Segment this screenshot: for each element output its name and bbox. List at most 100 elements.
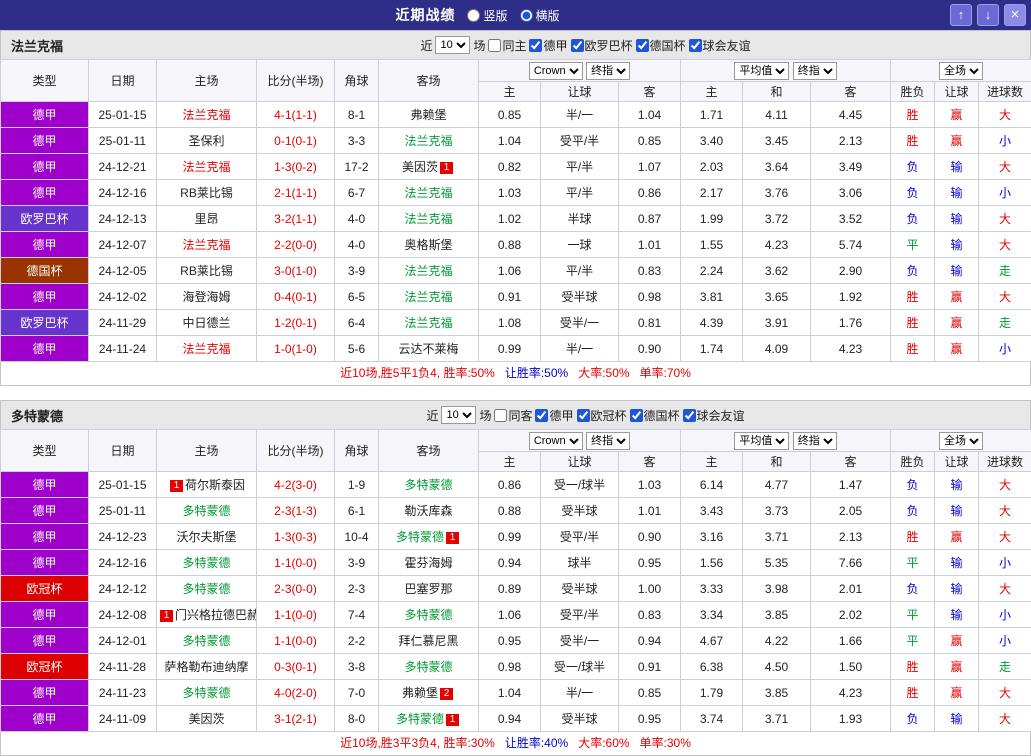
corner-cell: 3-8	[335, 654, 379, 680]
recent-count-select[interactable]: 10	[441, 406, 476, 424]
result-wdl-cell: 负	[891, 472, 935, 498]
odds-home-cell: 1.08	[479, 310, 541, 336]
team-name-text: 弗赖堡	[402, 686, 438, 700]
match-scope-select[interactable]: 全场	[939, 432, 983, 450]
team-name-text: 多特蒙德	[396, 712, 444, 726]
odds-away-cell: 0.90	[619, 336, 681, 362]
match-row: 德甲24-12-01多特蒙德1-1(0-0)2-2拜仁慕尼黑0.95受半/一0.…	[1, 628, 1031, 654]
league-checkbox[interactable]	[630, 409, 643, 422]
scroll-down-button[interactable]: ↓	[977, 4, 999, 26]
topbar-buttons: ↑ ↓ ×	[950, 4, 1026, 26]
league-type-cell: 欧冠杯	[1, 576, 89, 602]
league-filter-option[interactable]: 德国杯	[630, 407, 680, 424]
layout-horizontal-radio[interactable]	[520, 9, 533, 22]
match-row: 德甲25-01-11圣保利0-1(0-1)3-3法兰克福1.04受平/半0.85…	[1, 128, 1031, 154]
result-goals-cell: 小	[979, 628, 1031, 654]
league-filter-option[interactable]: 球会友谊	[683, 407, 745, 424]
final-index-select[interactable]: 终指	[793, 62, 837, 80]
result-goals-cell: 大	[979, 498, 1031, 524]
bookmaker-select[interactable]: Crown	[529, 62, 583, 80]
match-date-cell: 25-01-15	[89, 472, 157, 498]
team-section-dortmund: 多特蒙德 近 10 场 同客 德甲 欧冠杯 德国杯 球会友	[0, 400, 1031, 756]
avg-draw-cell: 3.91	[743, 310, 811, 336]
summary-record: 近10场,胜3平3负4, 胜率:30%	[340, 736, 495, 750]
red-card-badge: 1	[446, 714, 459, 726]
result-wdl-cell: 负	[891, 576, 935, 602]
col-avg-draw: 和	[743, 82, 811, 102]
avg-away-cell: 2.01	[811, 576, 891, 602]
league-filter-option[interactable]: 德甲	[529, 37, 567, 54]
result-handicap-cell: 输	[935, 576, 979, 602]
away-team-cell: 多特蒙德1	[379, 524, 479, 550]
average-select[interactable]: 平均值	[734, 62, 789, 80]
corner-cell: 6-1	[335, 498, 379, 524]
result-handicap-cell: 输	[935, 258, 979, 284]
league-checkbox[interactable]	[636, 39, 649, 52]
odds-home-cell: 0.88	[479, 498, 541, 524]
layout-vertical-radio[interactable]	[467, 9, 480, 22]
final-index-select[interactable]: 终指	[586, 432, 630, 450]
avg-home-cell: 1.56	[681, 550, 743, 576]
score-cell: 0-4(0-1)	[257, 284, 335, 310]
final-index-select[interactable]: 终指	[793, 432, 837, 450]
league-checkbox[interactable]	[689, 39, 702, 52]
avg-away-cell: 2.90	[811, 258, 891, 284]
avg-home-cell: 3.33	[681, 576, 743, 602]
home-team-cell: 多特蒙德	[157, 550, 257, 576]
odds-home-cell: 0.88	[479, 232, 541, 258]
league-filter-option[interactable]: 球会友谊	[689, 37, 751, 54]
match-date-cell: 24-12-01	[89, 628, 157, 654]
col-score: 比分(半场)	[257, 60, 335, 102]
result-goals-cell: 大	[979, 576, 1031, 602]
league-checkbox[interactable]	[535, 409, 548, 422]
result-handicap-cell: 输	[935, 472, 979, 498]
score-cell: 1-1(0-0)	[257, 628, 335, 654]
average-select[interactable]: 平均值	[734, 432, 789, 450]
red-card-badge: 1	[440, 162, 453, 174]
home-team-cell: RB莱比锡	[157, 258, 257, 284]
col-odds-away: 客	[619, 452, 681, 472]
home-team-cell: 沃尔夫斯堡	[157, 524, 257, 550]
odds-home-cell: 1.04	[479, 680, 541, 706]
score-cell: 0-3(0-1)	[257, 654, 335, 680]
avg-draw-cell: 4.11	[743, 102, 811, 128]
league-filter-option[interactable]: 德国杯	[636, 37, 686, 54]
avg-away-cell: 2.13	[811, 524, 891, 550]
layout-vertical-option[interactable]: 竖版	[467, 7, 507, 24]
league-checkbox[interactable]	[577, 409, 590, 422]
same-venue-option[interactable]: 同客	[494, 407, 532, 424]
avg-home-cell: 1.79	[681, 680, 743, 706]
result-goals-cell: 大	[979, 102, 1031, 128]
results-table: 类型 日期 主场 比分(半场) 角球 客场 Crown 终指 平均值 终指 全场	[0, 429, 1031, 732]
league-filter-option[interactable]: 德甲	[535, 407, 573, 424]
handicap-cell: 受一/球半	[541, 472, 619, 498]
league-checkbox[interactable]	[529, 39, 542, 52]
bookmaker-select[interactable]: Crown	[529, 432, 583, 450]
avg-home-cell: 6.38	[681, 654, 743, 680]
home-team-cell: 多特蒙德	[157, 680, 257, 706]
league-filter-option[interactable]: 欧冠杯	[577, 407, 627, 424]
result-handicap-cell: 赢	[935, 654, 979, 680]
match-date-cell: 24-11-29	[89, 310, 157, 336]
home-team-cell: 里昂	[157, 206, 257, 232]
league-checkbox[interactable]	[683, 409, 696, 422]
same-venue-checkbox[interactable]	[488, 39, 501, 52]
odds-home-cell: 0.94	[479, 706, 541, 732]
scope-header-cell: 全场	[891, 430, 1031, 452]
home-team-cell: 多特蒙德	[157, 628, 257, 654]
same-venue-checkbox[interactable]	[494, 409, 507, 422]
recent-count-select[interactable]: 10	[435, 36, 470, 54]
league-filter-option[interactable]: 欧罗巴杯	[571, 37, 633, 54]
final-index-select[interactable]: 终指	[586, 62, 630, 80]
team-name-text: 多特蒙德	[182, 582, 230, 596]
scroll-up-button[interactable]: ↑	[950, 4, 972, 26]
league-checkbox[interactable]	[571, 39, 584, 52]
match-scope-select[interactable]: 全场	[939, 62, 983, 80]
layout-horizontal-option[interactable]: 横版	[520, 7, 560, 24]
topbar: 近期战绩 竖版 横版 ↑ ↓ ×	[0, 0, 1031, 30]
corner-cell: 7-0	[335, 680, 379, 706]
close-button[interactable]: ×	[1004, 4, 1026, 26]
avg-draw-cell: 3.71	[743, 524, 811, 550]
match-row: 德甲24-11-23多特蒙德4-0(2-0)7-0弗赖堡21.04半/一0.85…	[1, 680, 1031, 706]
same-venue-option[interactable]: 同主	[488, 37, 526, 54]
